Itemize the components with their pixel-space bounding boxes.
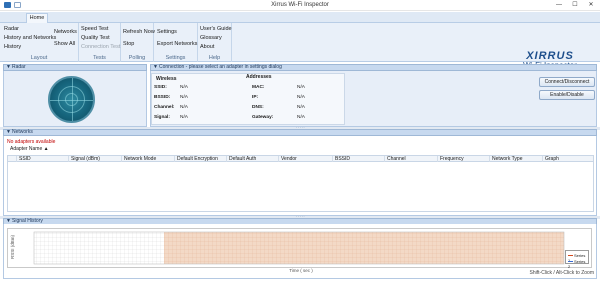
collapse-icon[interactable]: ▼ [153,65,158,70]
tab-home[interactable]: Home [26,13,48,23]
signal-value: N/A [180,115,188,120]
no-adapters-message: No adapters available [7,139,56,145]
ribbon-group-tests: Speed Test Quality Test Connection Test … [79,23,121,62]
dns-label: DNS: [252,105,264,110]
x-axis-label: Time ( sec ) [289,268,313,273]
layout-radar-button[interactable]: Radar [4,26,19,32]
networks-panel-header[interactable]: ▼ Networks [3,129,597,136]
ribbon-group-layout: Radar History and Networks History Netwo… [0,23,79,62]
bssid-label: BSSID: [154,95,171,100]
ribbon-tab-row: Home [0,12,600,23]
dns-value: N/A [297,105,305,110]
connection-info-box: Wireless SSID: N/A BSSID: N/A Channel: N… [151,73,345,125]
radar-panel-title: Radar [12,64,26,70]
ribbon-group-settings: Settings Export Networks Settings [154,23,198,62]
close-button[interactable]: ✕ [584,1,598,10]
chart-legend: Series 1 Series 2 [565,250,589,269]
ribbon-group-title: Settings [165,55,186,61]
radar-panel-header[interactable]: ▼ Radar [3,64,147,71]
signal-history-chart[interactable]: RSSI (dBm) Series 1 Series 2 [7,228,592,269]
gateway-value: N/A [297,115,305,120]
mac-value: N/A [297,85,305,90]
connection-test-button[interactable]: Connection Test [81,44,120,50]
about-button[interactable]: About [200,44,214,50]
signal-label: Signal: [154,115,170,120]
ribbon-group-title: Help [208,55,221,61]
ssid-value: N/A [180,85,188,90]
mac-label: MAC: [252,85,265,90]
layout-history-networks-button[interactable]: History and Networks [4,35,56,41]
enable-disable-button[interactable]: Enable/Disable [539,90,595,100]
title-bar: Xirrus Wi-Fi Inspector — ☐ ✕ [0,0,600,11]
connection-panel-header[interactable]: ▼ Connection - please select an adapter … [150,64,597,71]
maximize-button[interactable]: ☐ [568,1,582,10]
bssid-value: N/A [180,95,188,100]
layout-history-button[interactable]: History [4,44,21,50]
networks-table-body[interactable] [7,162,594,212]
channel-label: Channel: [154,105,175,110]
connection-panel: Wireless SSID: N/A BSSID: N/A Channel: N… [150,71,597,127]
plot-area-history [34,232,164,264]
stop-button[interactable]: Stop [123,41,134,47]
radar-panel [3,71,147,127]
layout-show-all-button[interactable]: Show All [54,41,75,47]
export-networks-button[interactable]: Export Networks [157,41,197,47]
ribbon: Radar History and Networks History Netwo… [0,23,600,70]
gateway-label: Gateway: [252,115,274,120]
ip-value: N/A [297,95,305,100]
group-by-adapter-name[interactable]: Adapter Name ▲ [10,146,49,152]
zoom-hint: Shift-Click / Alt-Click to Zoom [529,270,594,276]
minimize-button[interactable]: — [552,1,566,10]
ribbon-group-title: Layout [30,55,48,61]
ribbon-group-polling: Refresh Now Stop Polling [121,23,155,62]
radar-display[interactable] [48,76,95,123]
window-title: Xirrus Wi-Fi Inspector [271,2,329,8]
addresses-header: Addresses [246,74,272,80]
ssid-label: SSID: [154,85,167,90]
quality-test-button[interactable]: Quality Test [81,35,110,41]
signal-history-panel: RSSI (dBm) Series 1 Series 2 Time ( sec … [3,224,597,279]
networks-table-header: SSID Signal (dBm) Network Mode Default E… [7,155,594,162]
settings-button[interactable]: Settings [157,29,177,35]
ribbon-group-help: User's Guide Glossary About Help [198,23,232,62]
glossary-button[interactable]: Glossary [200,35,222,41]
ip-label: IP: [252,95,259,100]
wireless-header: Wireless [156,76,177,82]
networks-panel-title: Networks [12,129,33,135]
refresh-now-button[interactable]: Refresh Now [123,29,155,35]
users-guide-button[interactable]: User's Guide [200,26,232,32]
connect-disconnect-button[interactable]: Connect/Disconnect [539,77,595,87]
collapse-icon[interactable]: ▼ [6,65,11,70]
speed-test-button[interactable]: Speed Test [81,26,108,32]
signal-chart-svg: RSSI (dBm) [10,231,565,265]
networks-panel: No adapters available Adapter Name ▲ SSI… [3,136,597,216]
collapse-icon[interactable]: ▼ [6,130,11,135]
ribbon-group-title: Polling [128,55,146,61]
layout-networks-button[interactable]: Networks [54,29,77,35]
y-axis-label: RSSI (dBm) [10,234,15,259]
connection-panel-title: Connection - please select an adapter in… [159,64,282,70]
channel-value: N/A [180,105,188,110]
ribbon-group-title: Tests [93,55,106,61]
